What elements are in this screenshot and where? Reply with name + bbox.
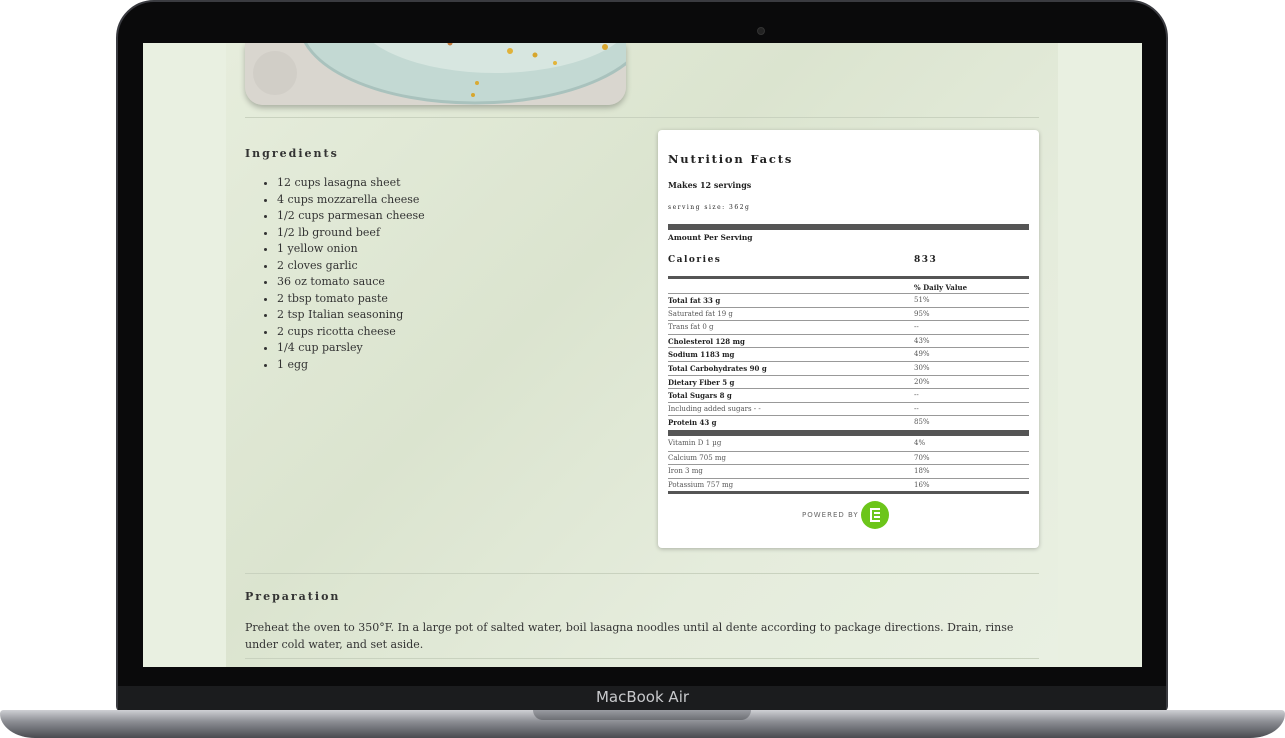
nutrient-name: Vitamin D 1 µg: [668, 439, 722, 447]
ingredient-item: 1 egg: [277, 357, 425, 374]
nutrient-percent: --: [914, 323, 919, 332]
recipe-photo: [245, 43, 626, 105]
nutrient-name: Potassium 757 mg: [668, 480, 734, 489]
nutrient-name: Saturated fat 19 g: [668, 309, 733, 318]
nutrient-name: Calcium 705 mg: [668, 453, 727, 462]
nutrient-percent: 70%: [914, 453, 930, 462]
divider: [245, 117, 1039, 118]
nutrient-row: Total Carbohydrates 90 g 30%: [668, 361, 1029, 375]
amount-per-serving: Amount Per Serving: [668, 233, 753, 242]
nutrient-row: Protein 43 g 85%: [668, 415, 1029, 429]
calories-label: Calories: [668, 255, 722, 265]
nutrient-row: Including added sugars - - --: [668, 401, 1029, 416]
nutrient-percent: 16%: [914, 480, 930, 489]
ingredient-item: 1/2 lb ground beef: [277, 225, 425, 242]
nutrient-percent: 95%: [914, 309, 930, 318]
nutrient-percent: 43%: [914, 336, 930, 345]
daily-value-header: % Daily Value: [914, 283, 968, 292]
nutrient-name: Cholesterol 128 mg: [668, 336, 745, 346]
divider: [245, 573, 1039, 574]
nutrition-facts-card: Nutrition Facts Makes 12 servings servin…: [658, 130, 1039, 548]
nutrient-row: Trans fat 0 g --: [668, 320, 1029, 334]
nutrient-name: Including added sugars - -: [668, 404, 761, 413]
nutrient-percent: 49%: [914, 350, 930, 359]
nutrient-percent: 20%: [914, 377, 930, 386]
nutrient-name: Iron 3 mg: [668, 467, 703, 476]
nutrient-row: Total Sugars 8 g --: [668, 388, 1029, 402]
powered-by-label: POWERED BY: [802, 511, 859, 519]
nutrition-servings: Makes 12 servings: [668, 180, 752, 190]
screen[interactable]: Ingredients 12 cups lasagna sheet 4 cups…: [143, 43, 1142, 667]
nutrient-row: Cholesterol 128 mg 43%: [668, 333, 1029, 348]
nutrient-name: Trans fat 0 g: [668, 323, 714, 332]
ingredient-item: 1/4 cup parsley: [277, 340, 425, 357]
micronutrient-row: Potassium 757 mg 16%: [668, 477, 1029, 492]
ingredient-item: 1 yellow onion: [277, 241, 425, 258]
nutrient-percent: --: [914, 404, 919, 413]
ingredient-item: 4 cups mozzarella cheese: [277, 192, 425, 209]
ingredient-item: 36 oz tomato sauce: [277, 274, 425, 291]
nutrient-name: Protein 43 g: [668, 418, 717, 428]
edamam-logo-icon[interactable]: [861, 501, 889, 529]
ingredient-item: 2 cups ricotta cheese: [277, 324, 425, 341]
nutrient-name: Total fat 33 g: [668, 296, 721, 305]
ingredients-list: 12 cups lasagna sheet 4 cups mozzarella …: [245, 175, 425, 373]
nutrient-percent: --: [914, 391, 919, 400]
nutrition-divider: [668, 491, 1029, 494]
ingredient-item: 12 cups lasagna sheet: [277, 175, 425, 192]
nutrient-name: Total Sugars 8 g: [668, 391, 732, 401]
ingredient-item: 2 tbsp tomato paste: [277, 291, 425, 308]
nutrient-row: Dietary Fiber 5 g 20%: [668, 374, 1029, 389]
nutrition-serving-size: serving size: 362g: [668, 204, 751, 211]
ingredient-item: 2 cloves garlic: [277, 258, 425, 275]
nutrition-divider: [668, 430, 1029, 436]
preparation-title: Preparation: [245, 590, 341, 603]
nutrient-name: Total Carbohydrates 90 g: [668, 364, 767, 373]
micronutrient-row: Iron 3 mg 18%: [668, 464, 1029, 478]
nutrition-title: Nutrition Facts: [668, 152, 794, 166]
camera-icon: [757, 27, 765, 35]
laptop-model-label: MacBook Air: [595, 688, 690, 706]
nutrient-percent: 51%: [914, 296, 930, 304]
micronutrient-row: Vitamin D 1 µg 4%: [668, 437, 1029, 451]
ingredient-item: 1/2 cups parmesan cheese: [277, 208, 425, 225]
divider: [245, 658, 1039, 659]
calories-value: 833: [914, 255, 938, 265]
nutrient-percent: 18%: [914, 467, 930, 476]
ingredients-title: Ingredients: [245, 147, 339, 160]
preparation-text: Preheat the oven to 350°F. In a large po…: [245, 621, 1014, 651]
laptop-notch: [533, 710, 751, 720]
nutrition-divider: [668, 224, 1029, 230]
nutrient-name: Dietary Fiber 5 g: [668, 377, 735, 387]
nutrition-divider: [668, 276, 1029, 279]
ingredient-item: 2 tsp Italian seasoning: [277, 307, 425, 324]
nutrient-percent: 4%: [914, 439, 926, 447]
nutrient-name: Sodium 1183 mg: [668, 350, 735, 360]
nutrient-row: Sodium 1183 mg 49%: [668, 347, 1029, 361]
micronutrient-row: Calcium 705 mg 70%: [668, 450, 1029, 465]
nutrient-row: Total fat 33 g 51%: [668, 293, 1029, 307]
recipe-page: Ingredients 12 cups lasagna sheet 4 cups…: [226, 43, 1058, 667]
nutrient-row: Saturated fat 19 g 95%: [668, 306, 1029, 321]
nutrient-percent: 85%: [914, 418, 930, 427]
nutrient-percent: 30%: [914, 364, 930, 372]
